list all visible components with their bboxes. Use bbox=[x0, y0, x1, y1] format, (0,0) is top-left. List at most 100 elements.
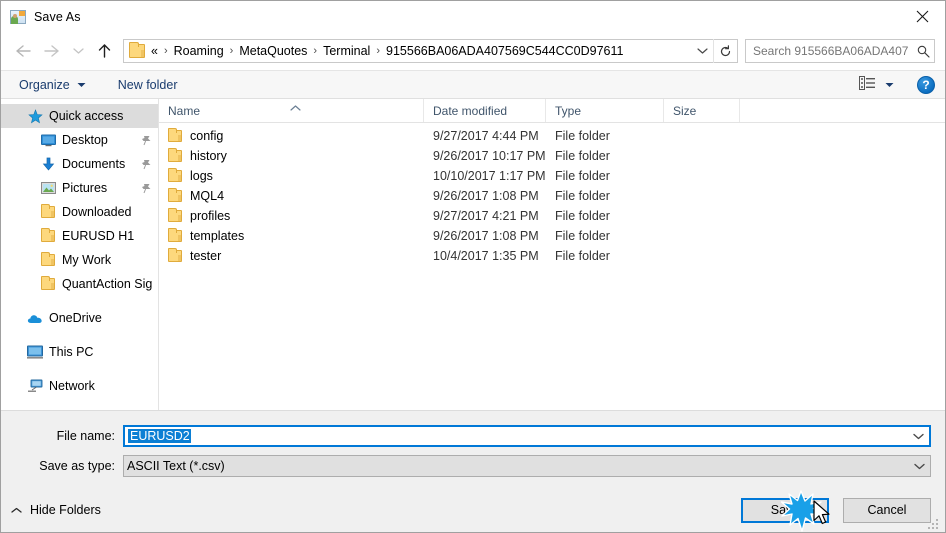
sidebar-item-desktop[interactable]: Desktop bbox=[1, 128, 158, 152]
sidebar-item-label: QuantAction Signal bbox=[62, 277, 152, 291]
column-header-label: Date modified bbox=[433, 103, 508, 118]
breadcrumb-item-2[interactable]: MetaQuotes bbox=[237, 44, 309, 58]
breadcrumb-item-3[interactable]: Terminal bbox=[321, 44, 372, 58]
breadcrumb-separator: › bbox=[229, 45, 234, 57]
help-button[interactable]: ? bbox=[917, 75, 935, 94]
file-name-label: File name: bbox=[56, 429, 115, 443]
folder-icon bbox=[40, 252, 56, 268]
column-header-date-modified[interactable]: Date modified bbox=[424, 99, 546, 122]
chevron-down-icon[interactable] bbox=[907, 433, 929, 440]
table-row[interactable]: templates 9/26/2017 1:08 PM File folder bbox=[159, 226, 945, 246]
file-list-pane: Name Date modified Type Size config 9/27… bbox=[159, 99, 945, 410]
hide-folders-button[interactable]: Hide Folders bbox=[11, 503, 101, 517]
table-row[interactable]: config 9/27/2017 4:44 PM File folder bbox=[159, 126, 945, 146]
file-date-cell: 9/26/2017 1:08 PM bbox=[433, 229, 539, 243]
file-name-label: config bbox=[190, 129, 224, 143]
save-button[interactable]: Save bbox=[741, 497, 829, 523]
sidebar-item-this-pc[interactable]: This PC bbox=[1, 340, 158, 364]
navigation-pane: Quick access Desktop Documents Pictures … bbox=[1, 99, 159, 410]
file-name-label: logs bbox=[190, 169, 213, 183]
organize-button[interactable]: Organize bbox=[15, 71, 90, 98]
breadcrumb-item-0[interactable]: « bbox=[149, 44, 160, 58]
sidebar-item-downloaded[interactable]: Downloaded bbox=[1, 200, 158, 224]
chevron-up-icon bbox=[11, 503, 22, 517]
folder-icon bbox=[168, 188, 182, 202]
table-row[interactable]: tester 10/4/2017 1:35 PM File folder bbox=[159, 246, 945, 266]
table-row[interactable]: history 9/26/2017 10:17 PM File folder bbox=[159, 146, 945, 166]
file-rows: config 9/27/2017 4:44 PM File folder his… bbox=[159, 123, 945, 410]
window-title: Save As bbox=[34, 9, 81, 24]
sidebar-item-onedrive[interactable]: OneDrive bbox=[1, 306, 158, 330]
file-type-cell: File folder bbox=[555, 249, 610, 263]
sidebar-item-eurusd-h1[interactable]: EURUSD H1 bbox=[1, 224, 158, 248]
dialog-body: Quick access Desktop Documents Pictures … bbox=[1, 99, 945, 410]
sidebar-item-label: Documents bbox=[62, 157, 126, 171]
file-name-value: EURUSD2 bbox=[128, 429, 191, 443]
file-date-cell: 9/27/2017 4:44 PM bbox=[433, 129, 539, 143]
folder-icon bbox=[129, 42, 145, 58]
close-button[interactable] bbox=[899, 1, 945, 31]
sidebar-item-quick-access[interactable]: Quick access bbox=[1, 104, 158, 128]
table-row[interactable]: logs 10/10/2017 1:17 PM File folder bbox=[159, 166, 945, 186]
title-bar: Save As bbox=[1, 1, 945, 32]
address-bar[interactable]: « › Roaming › MetaQuotes › Terminal › 91… bbox=[123, 39, 738, 63]
column-header-row: Name Date modified Type Size bbox=[159, 99, 945, 123]
save-label: Save bbox=[770, 503, 800, 517]
sidebar-item-network[interactable]: Network bbox=[1, 374, 158, 398]
pin-icon[interactable] bbox=[141, 183, 152, 194]
resize-grip[interactable] bbox=[928, 516, 941, 529]
forward-arrow-icon[interactable] bbox=[37, 36, 67, 66]
onedrive-cloud-icon bbox=[27, 310, 43, 326]
cancel-button[interactable]: Cancel bbox=[843, 497, 931, 523]
search-input[interactable] bbox=[746, 44, 912, 58]
sidebar-item-documents[interactable]: Documents bbox=[1, 152, 158, 176]
breadcrumb: « › Roaming › MetaQuotes › Terminal › 91… bbox=[149, 44, 691, 58]
new-folder-label: New folder bbox=[117, 77, 178, 92]
navigation-bar: « › Roaming › MetaQuotes › Terminal › 91… bbox=[1, 32, 945, 70]
table-row[interactable]: profiles 9/27/2017 4:21 PM File folder bbox=[159, 206, 945, 226]
sidebar-item-label: My Work bbox=[62, 253, 112, 267]
folder-icon bbox=[168, 128, 182, 142]
sidebar-item-quantaction-signal[interactable]: QuantAction Signal bbox=[1, 272, 158, 296]
folder-icon bbox=[168, 208, 182, 222]
pictures-icon bbox=[40, 180, 56, 196]
table-row[interactable]: MQL4 9/26/2017 1:08 PM File folder bbox=[159, 186, 945, 206]
sidebar-item-pictures[interactable]: Pictures bbox=[1, 176, 158, 200]
new-folder-button[interactable]: New folder bbox=[114, 71, 182, 98]
file-name-value-wrap: EURUSD2 bbox=[125, 429, 907, 443]
chevron-down-icon[interactable] bbox=[691, 40, 713, 62]
sidebar-item-my-work[interactable]: My Work bbox=[1, 248, 158, 272]
refresh-icon[interactable] bbox=[713, 39, 737, 63]
back-arrow-icon[interactable] bbox=[7, 36, 37, 66]
column-header-type[interactable]: Type bbox=[546, 99, 664, 122]
recent-locations-chevron-icon[interactable] bbox=[67, 36, 89, 66]
file-date-cell: 10/10/2017 1:17 PM bbox=[433, 169, 546, 183]
pin-icon[interactable] bbox=[141, 135, 152, 146]
save-as-type-row: Save as type: ASCII Text (*.csv) bbox=[1, 453, 945, 479]
up-arrow-icon[interactable] bbox=[89, 36, 119, 66]
breadcrumb-item-1[interactable]: Roaming bbox=[172, 44, 226, 58]
breadcrumb-separator: › bbox=[313, 45, 318, 57]
file-name-input[interactable]: EURUSD2 bbox=[123, 425, 931, 447]
sidebar-item-label: Downloaded bbox=[62, 205, 132, 219]
search-box[interactable] bbox=[745, 39, 935, 63]
folder-icon bbox=[40, 276, 56, 292]
save-as-dialog: Save As « › Roaming › MetaQuotes › Termi… bbox=[0, 0, 946, 533]
chevron-down-icon[interactable] bbox=[908, 463, 930, 470]
change-view-button[interactable] bbox=[856, 76, 897, 93]
column-header-name[interactable]: Name bbox=[159, 99, 424, 122]
file-name-cell: MQL4 bbox=[159, 188, 424, 203]
save-as-type-value: ASCII Text (*.csv) bbox=[127, 459, 225, 473]
search-icon bbox=[912, 45, 934, 58]
save-as-type-select[interactable]: ASCII Text (*.csv) bbox=[123, 455, 931, 477]
sidebar-item-label: Network bbox=[49, 379, 95, 393]
pin-icon[interactable] bbox=[141, 159, 152, 170]
breadcrumb-item-4[interactable]: 915566BA06ADA407569C544CC0D97611 bbox=[384, 44, 625, 58]
cancel-label: Cancel bbox=[867, 503, 907, 517]
file-name-cell: history bbox=[159, 148, 424, 163]
organize-label: Organize bbox=[19, 77, 70, 92]
file-name-cell: config bbox=[159, 128, 424, 143]
this-pc-icon bbox=[27, 344, 43, 360]
column-header-size[interactable]: Size bbox=[664, 99, 740, 122]
dialog-footer: Hide Folders Save Cancel bbox=[1, 488, 945, 532]
